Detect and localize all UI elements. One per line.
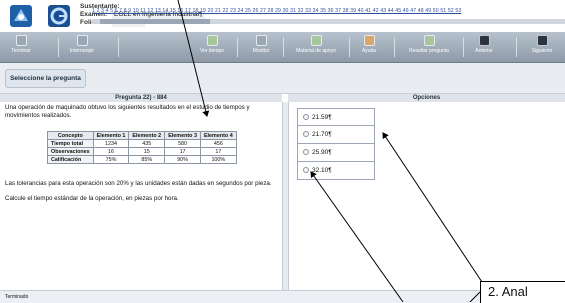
annotation-callout: 2. Anal — [480, 281, 565, 303]
arrow-to-option-d — [310, 171, 404, 302]
arrow-to-question — [177, 0, 210, 117]
arrow-to-option-b — [382, 132, 483, 283]
arrow-tail — [469, 291, 481, 302]
annotation-arrows — [177, 0, 483, 302]
